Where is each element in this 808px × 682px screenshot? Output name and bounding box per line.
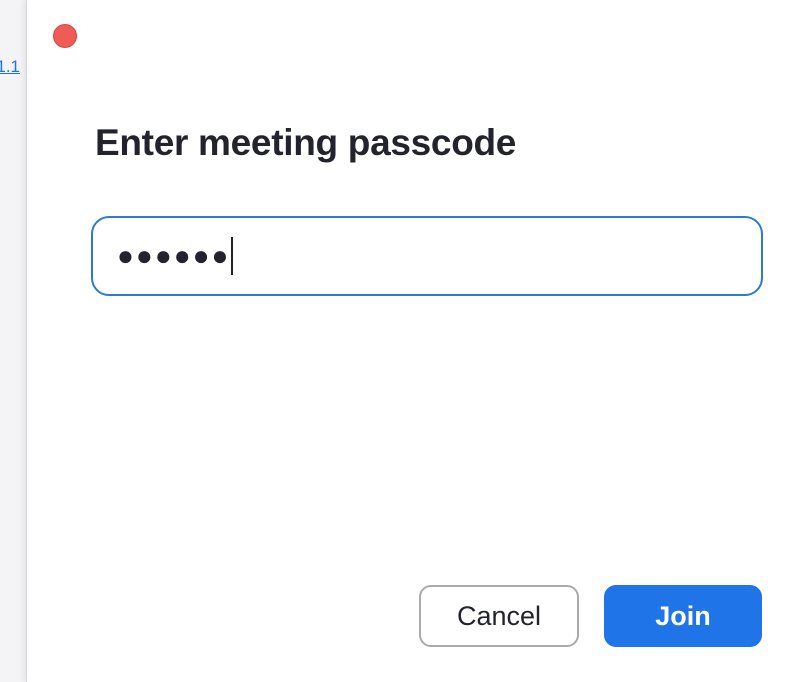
background-link[interactable]: 1.1 (0, 57, 20, 77)
passcode-input[interactable]: ●●●●●● (91, 216, 763, 296)
text-cursor (231, 237, 234, 275)
dialog-title: Enter meeting passcode (95, 122, 517, 163)
passcode-masked-value: ●●●●●● (117, 240, 231, 271)
join-button[interactable]: Join (604, 585, 762, 647)
cancel-button[interactable]: Cancel (419, 585, 579, 647)
close-window-button[interactable] (53, 24, 77, 48)
passcode-dialog: Enter meeting passcode ●●●●●● Cancel Joi… (26, 0, 808, 682)
background-window: 1.1 (0, 0, 28, 682)
